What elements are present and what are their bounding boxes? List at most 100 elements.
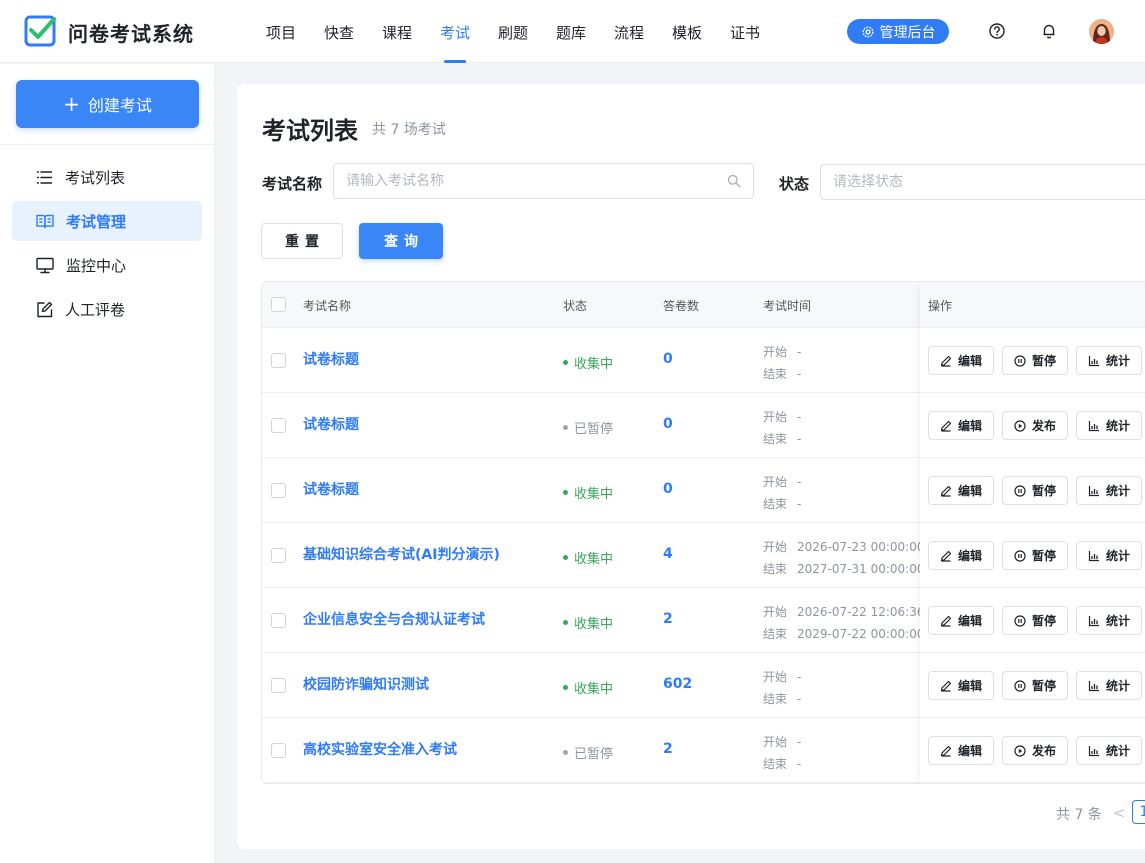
start-time: 开始 - <box>763 408 801 425</box>
edit-button[interactable]: 编辑 <box>928 476 994 505</box>
exam-table: 考试名称 状态 答卷数 考试时间 试卷标题 收集中 0 开始 - 结束 - 试卷标题 已暂停 0 开… <box>261 281 1145 784</box>
publish-button[interactable]: 发布 <box>1002 411 1068 440</box>
select-all-checkbox[interactable] <box>271 297 286 312</box>
exam-name-input[interactable] <box>333 163 754 199</box>
start-label: 开始 <box>763 475 788 489</box>
status-select[interactable] <box>820 164 1145 200</box>
row-checkbox[interactable] <box>271 353 286 368</box>
pause-button[interactable]: 暂停 <box>1002 606 1068 635</box>
nav-item-template[interactable]: 模板 <box>672 22 702 43</box>
pause-button[interactable]: 暂停 <box>1002 541 1068 570</box>
pause-button[interactable]: 暂停 <box>1002 671 1068 700</box>
nav-item-project[interactable]: 项目 <box>266 22 296 43</box>
start-value: 2026-07-22 12:06:36 <box>797 605 925 619</box>
edit-button[interactable]: 编辑 <box>928 606 994 635</box>
sidebar-item-monitor-center[interactable]: 监控中心 <box>12 245 202 285</box>
bell-icon[interactable] <box>1040 22 1058 40</box>
start-time: 开始 - <box>763 733 801 750</box>
pencil-icon <box>940 355 952 367</box>
status-badge: 收集中 <box>563 353 613 372</box>
row-operations: 编辑 暂停 统计 <box>920 458 1145 523</box>
row-checkbox[interactable] <box>271 678 286 693</box>
start-value: - <box>797 410 802 424</box>
edit-button[interactable]: 编辑 <box>928 671 994 700</box>
nav-item-exam[interactable]: 考试 <box>440 22 470 43</box>
stats-label: 统计 <box>1105 549 1130 563</box>
sidebar-item-exam-management[interactable]: 考试管理 <box>12 201 202 241</box>
answer-count[interactable]: 4 <box>663 546 673 562</box>
row-operations: 编辑 暂停 统计 <box>920 653 1145 718</box>
edit-button[interactable]: 编辑 <box>928 541 994 570</box>
start-time: 开始 - <box>763 668 801 685</box>
header-status: 状态 <box>563 299 588 313</box>
pause-button[interactable]: 暂停 <box>1002 346 1068 375</box>
admin-console-button[interactable]: 管理后台 <box>847 19 949 44</box>
row-checkbox[interactable] <box>271 613 286 628</box>
stats-button[interactable]: 统计 <box>1076 346 1142 375</box>
nav-item-quick-check[interactable]: 快查 <box>324 22 354 43</box>
edit-button[interactable]: 编辑 <box>928 736 994 765</box>
stats-button[interactable]: 统计 <box>1076 411 1142 440</box>
exam-name-link[interactable]: 高校实验室安全准入考试 <box>303 739 457 759</box>
query-button[interactable]: 查询 <box>359 223 443 259</box>
answer-count[interactable]: 2 <box>663 741 673 757</box>
pencil-icon <box>940 745 952 757</box>
status-badge: 收集中 <box>563 678 613 697</box>
exam-name-link[interactable]: 基础知识综合考试(AI判分演示) <box>303 544 500 564</box>
header-answer-count: 答卷数 <box>663 299 700 313</box>
status-text: 收集中 <box>574 682 614 697</box>
pause-button[interactable]: 暂停 <box>1002 476 1068 505</box>
toggle-label: 发布 <box>1031 744 1056 758</box>
operations-column: 操作 编辑 暂停 统计 编辑 发布 统计 编辑 暂停 统计 编辑 暂停 统计 编辑 暂停 统计 编辑 暂停 统计编… <box>920 282 1145 783</box>
toggle-label: 暂停 <box>1031 614 1056 628</box>
row-checkbox[interactable] <box>271 418 286 433</box>
nav-item-course[interactable]: 课程 <box>382 22 412 43</box>
row-checkbox[interactable] <box>271 743 286 758</box>
start-value: - <box>797 475 802 489</box>
edit-square-icon <box>37 301 53 317</box>
exam-name-link[interactable]: 企业信息安全与合规认证考试 <box>303 609 485 629</box>
end-label: 结束 <box>763 367 788 381</box>
search-icon[interactable] <box>727 174 741 188</box>
end-value: - <box>797 497 802 511</box>
answer-count[interactable]: 0 <box>663 351 673 367</box>
edit-label: 编辑 <box>957 549 982 563</box>
stats-button[interactable]: 统计 <box>1076 476 1142 505</box>
nav-item-certificate[interactable]: 证书 <box>730 22 760 43</box>
answer-count[interactable]: 602 <box>663 676 692 692</box>
help-icon[interactable] <box>988 22 1006 40</box>
nav-item-practice[interactable]: 刷题 <box>498 22 528 43</box>
reset-button[interactable]: 重置 <box>261 223 343 259</box>
row-checkbox[interactable] <box>271 483 286 498</box>
sidebar-item-manual-grading[interactable]: 人工评卷 <box>12 289 202 329</box>
answer-count[interactable]: 0 <box>663 416 673 432</box>
publish-button[interactable]: 发布 <box>1002 736 1068 765</box>
row-checkbox[interactable] <box>271 548 286 563</box>
answer-count[interactable]: 2 <box>663 611 673 627</box>
answer-count[interactable]: 0 <box>663 481 673 497</box>
exam-name-link[interactable]: 试卷标题 <box>303 479 359 499</box>
end-label: 结束 <box>763 432 788 446</box>
edit-button[interactable]: 编辑 <box>928 411 994 440</box>
create-exam-label: 创建考试 <box>87 96 152 115</box>
nav-item-workflow[interactable]: 流程 <box>614 22 644 43</box>
exam-name-link[interactable]: 试卷标题 <box>303 414 359 434</box>
stats-button[interactable]: 统计 <box>1076 736 1142 765</box>
play-icon <box>1014 744 1026 757</box>
edit-button[interactable]: 编辑 <box>928 346 994 375</box>
user-avatar[interactable] <box>1089 19 1114 44</box>
end-time: 结束 2027-07-31 00:00:00 <box>763 560 924 577</box>
header-exam-name: 考试名称 <box>303 299 352 313</box>
exam-name-link[interactable]: 校园防诈骗知识测试 <box>303 674 429 694</box>
exam-name-link[interactable]: 试卷标题 <box>303 349 359 369</box>
pagination-prev-button[interactable]: < <box>1113 804 1126 822</box>
end-value: - <box>797 367 802 381</box>
sidebar-item-label: 考试管理 <box>66 212 127 231</box>
stats-button[interactable]: 统计 <box>1076 671 1142 700</box>
pagination-page-button[interactable]: 1 <box>1132 800 1145 824</box>
nav-item-question-bank[interactable]: 题库 <box>556 22 586 43</box>
sidebar-item-exam-list[interactable]: 考试列表 <box>12 157 202 197</box>
stats-button[interactable]: 统计 <box>1076 606 1142 635</box>
create-exam-button[interactable]: + 创建考试 <box>16 80 199 128</box>
stats-button[interactable]: 统计 <box>1076 541 1142 570</box>
